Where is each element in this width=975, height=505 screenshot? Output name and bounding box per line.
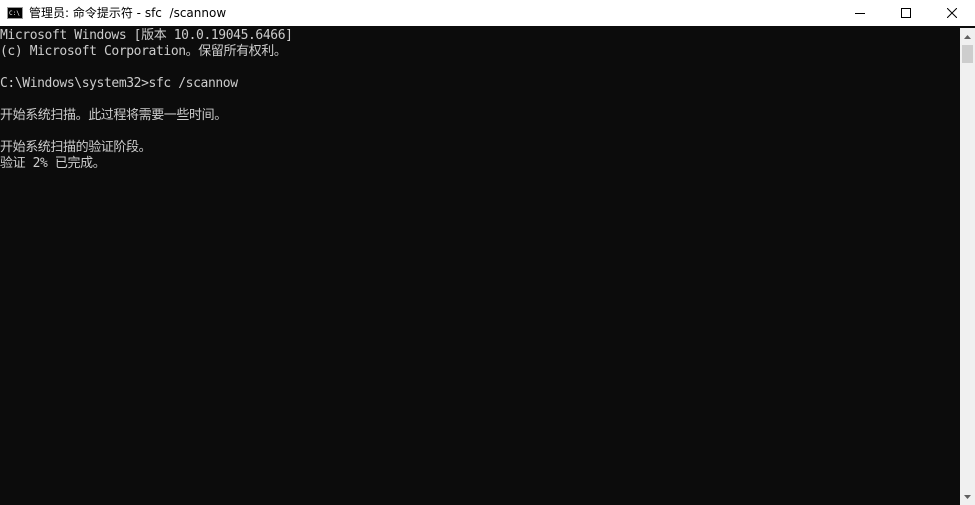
command-prompt-window: C:\ 管理员: 命令提示符 - sfc /scannow Microsoft … xyxy=(0,0,975,505)
scroll-thumb[interactable] xyxy=(962,45,973,63)
minimize-icon xyxy=(855,13,865,14)
maximize-button[interactable] xyxy=(883,0,929,26)
chevron-down-icon xyxy=(964,494,971,499)
maximize-icon xyxy=(901,8,911,18)
scroll-down-button[interactable] xyxy=(960,488,975,505)
close-icon xyxy=(947,8,957,18)
cmd-icon[interactable]: C:\ xyxy=(7,7,23,19)
vertical-scrollbar[interactable] xyxy=(960,28,975,505)
console-output[interactable]: Microsoft Windows [版本 10.0.19045.6466] (… xyxy=(0,28,960,505)
minimize-button[interactable] xyxy=(837,0,883,26)
window-title: 管理员: 命令提示符 - sfc /scannow xyxy=(29,6,227,20)
console-line: 开始系统扫描。此过程将需要一些时间。 xyxy=(0,108,227,123)
chevron-up-icon xyxy=(964,34,971,39)
console-line: Microsoft Windows [版本 10.0.19045.6466] xyxy=(0,28,293,43)
console-line: 开始系统扫描的验证阶段。 xyxy=(0,140,152,155)
close-button[interactable] xyxy=(929,0,975,26)
window-controls xyxy=(837,0,975,26)
console-line: (c) Microsoft Corporation。保留所有权利。 xyxy=(0,44,287,59)
scroll-up-button[interactable] xyxy=(960,28,975,45)
title-bar[interactable]: C:\ 管理员: 命令提示符 - sfc /scannow xyxy=(0,0,975,26)
console-line: 验证 2% 已完成。 xyxy=(0,156,106,171)
cmd-icon-glyph: C:\ xyxy=(9,10,20,17)
console-line: C:\Windows\system32>sfc /scannow xyxy=(0,76,238,91)
